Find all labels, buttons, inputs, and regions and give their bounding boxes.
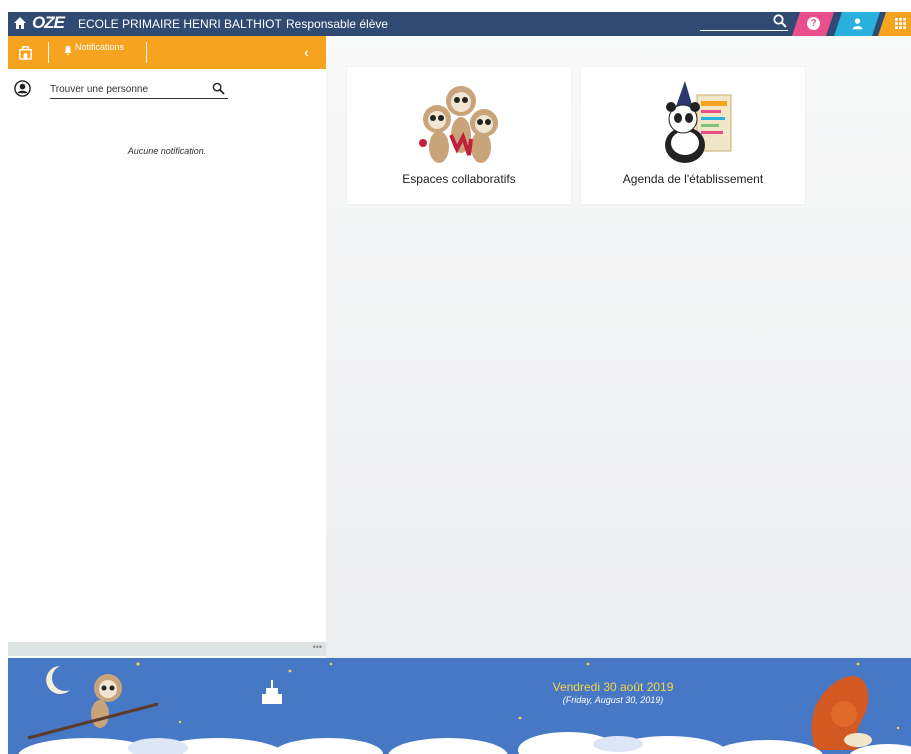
more-handle: ••• <box>312 642 322 652</box>
search-icon[interactable] <box>772 13 788 29</box>
search-icon[interactable] <box>212 82 225 95</box>
card-label: Agenda de l'établissement <box>622 172 764 186</box>
tab-divider <box>146 42 147 63</box>
user-role: Responsable élève <box>286 17 389 31</box>
panel-resize-bar[interactable]: ••• <box>8 642 326 656</box>
home-icon[interactable] <box>12 15 28 31</box>
card-label: Espaces collaboratifs <box>402 172 516 186</box>
monkeys-illustration-icon <box>419 86 498 163</box>
help-button[interactable]: ? <box>792 12 834 36</box>
person-search <box>8 76 326 106</box>
footer-banner: Vendredi 30 août 2019 (Friday, August 30… <box>8 658 911 754</box>
current-date: Vendredi 30 août 2019 <box>552 680 674 694</box>
top-bar: OZE ECOLE PRIMAIRE HENRI BALTHIOT Respon… <box>8 12 911 36</box>
search-person-input[interactable] <box>50 81 228 99</box>
collapse-panel-icon[interactable]: ‹ <box>304 44 309 60</box>
user-icon <box>851 17 864 30</box>
school-name: ECOLE PRIMAIRE HENRI BALTHIOT <box>78 17 282 31</box>
oze-logo[interactable]: OZE <box>32 13 65 33</box>
panda-agenda-illustration-icon <box>665 81 732 163</box>
left-panel-header: Notifications ‹ <box>8 36 326 69</box>
current-date-english: (Friday, August 30, 2019) <box>562 695 664 705</box>
apps-button[interactable] <box>878 12 911 36</box>
left-panel: Notifications ‹ Aucune notification. ••• <box>8 36 326 656</box>
bell-icon <box>64 45 72 55</box>
tab-notifications[interactable]: Notifications <box>75 42 124 52</box>
person-icon <box>14 80 31 97</box>
help-icon: ? <box>807 17 820 30</box>
card-agenda-etablissement[interactable]: Agenda de l'établissement <box>581 67 805 204</box>
user-button[interactable] <box>834 12 880 36</box>
empty-notifications-message: Aucune notification. <box>127 146 207 156</box>
global-search-input[interactable] <box>700 30 788 31</box>
footer-illustration <box>18 662 911 754</box>
tab-divider <box>48 42 49 63</box>
card-espaces-collaboratifs[interactable]: Espaces collaboratifs <box>347 67 571 204</box>
grid-icon <box>895 18 906 29</box>
school-building-icon[interactable] <box>18 45 33 60</box>
main-content: Espaces collaboratifs Agenda de l'établi… <box>326 36 911 658</box>
